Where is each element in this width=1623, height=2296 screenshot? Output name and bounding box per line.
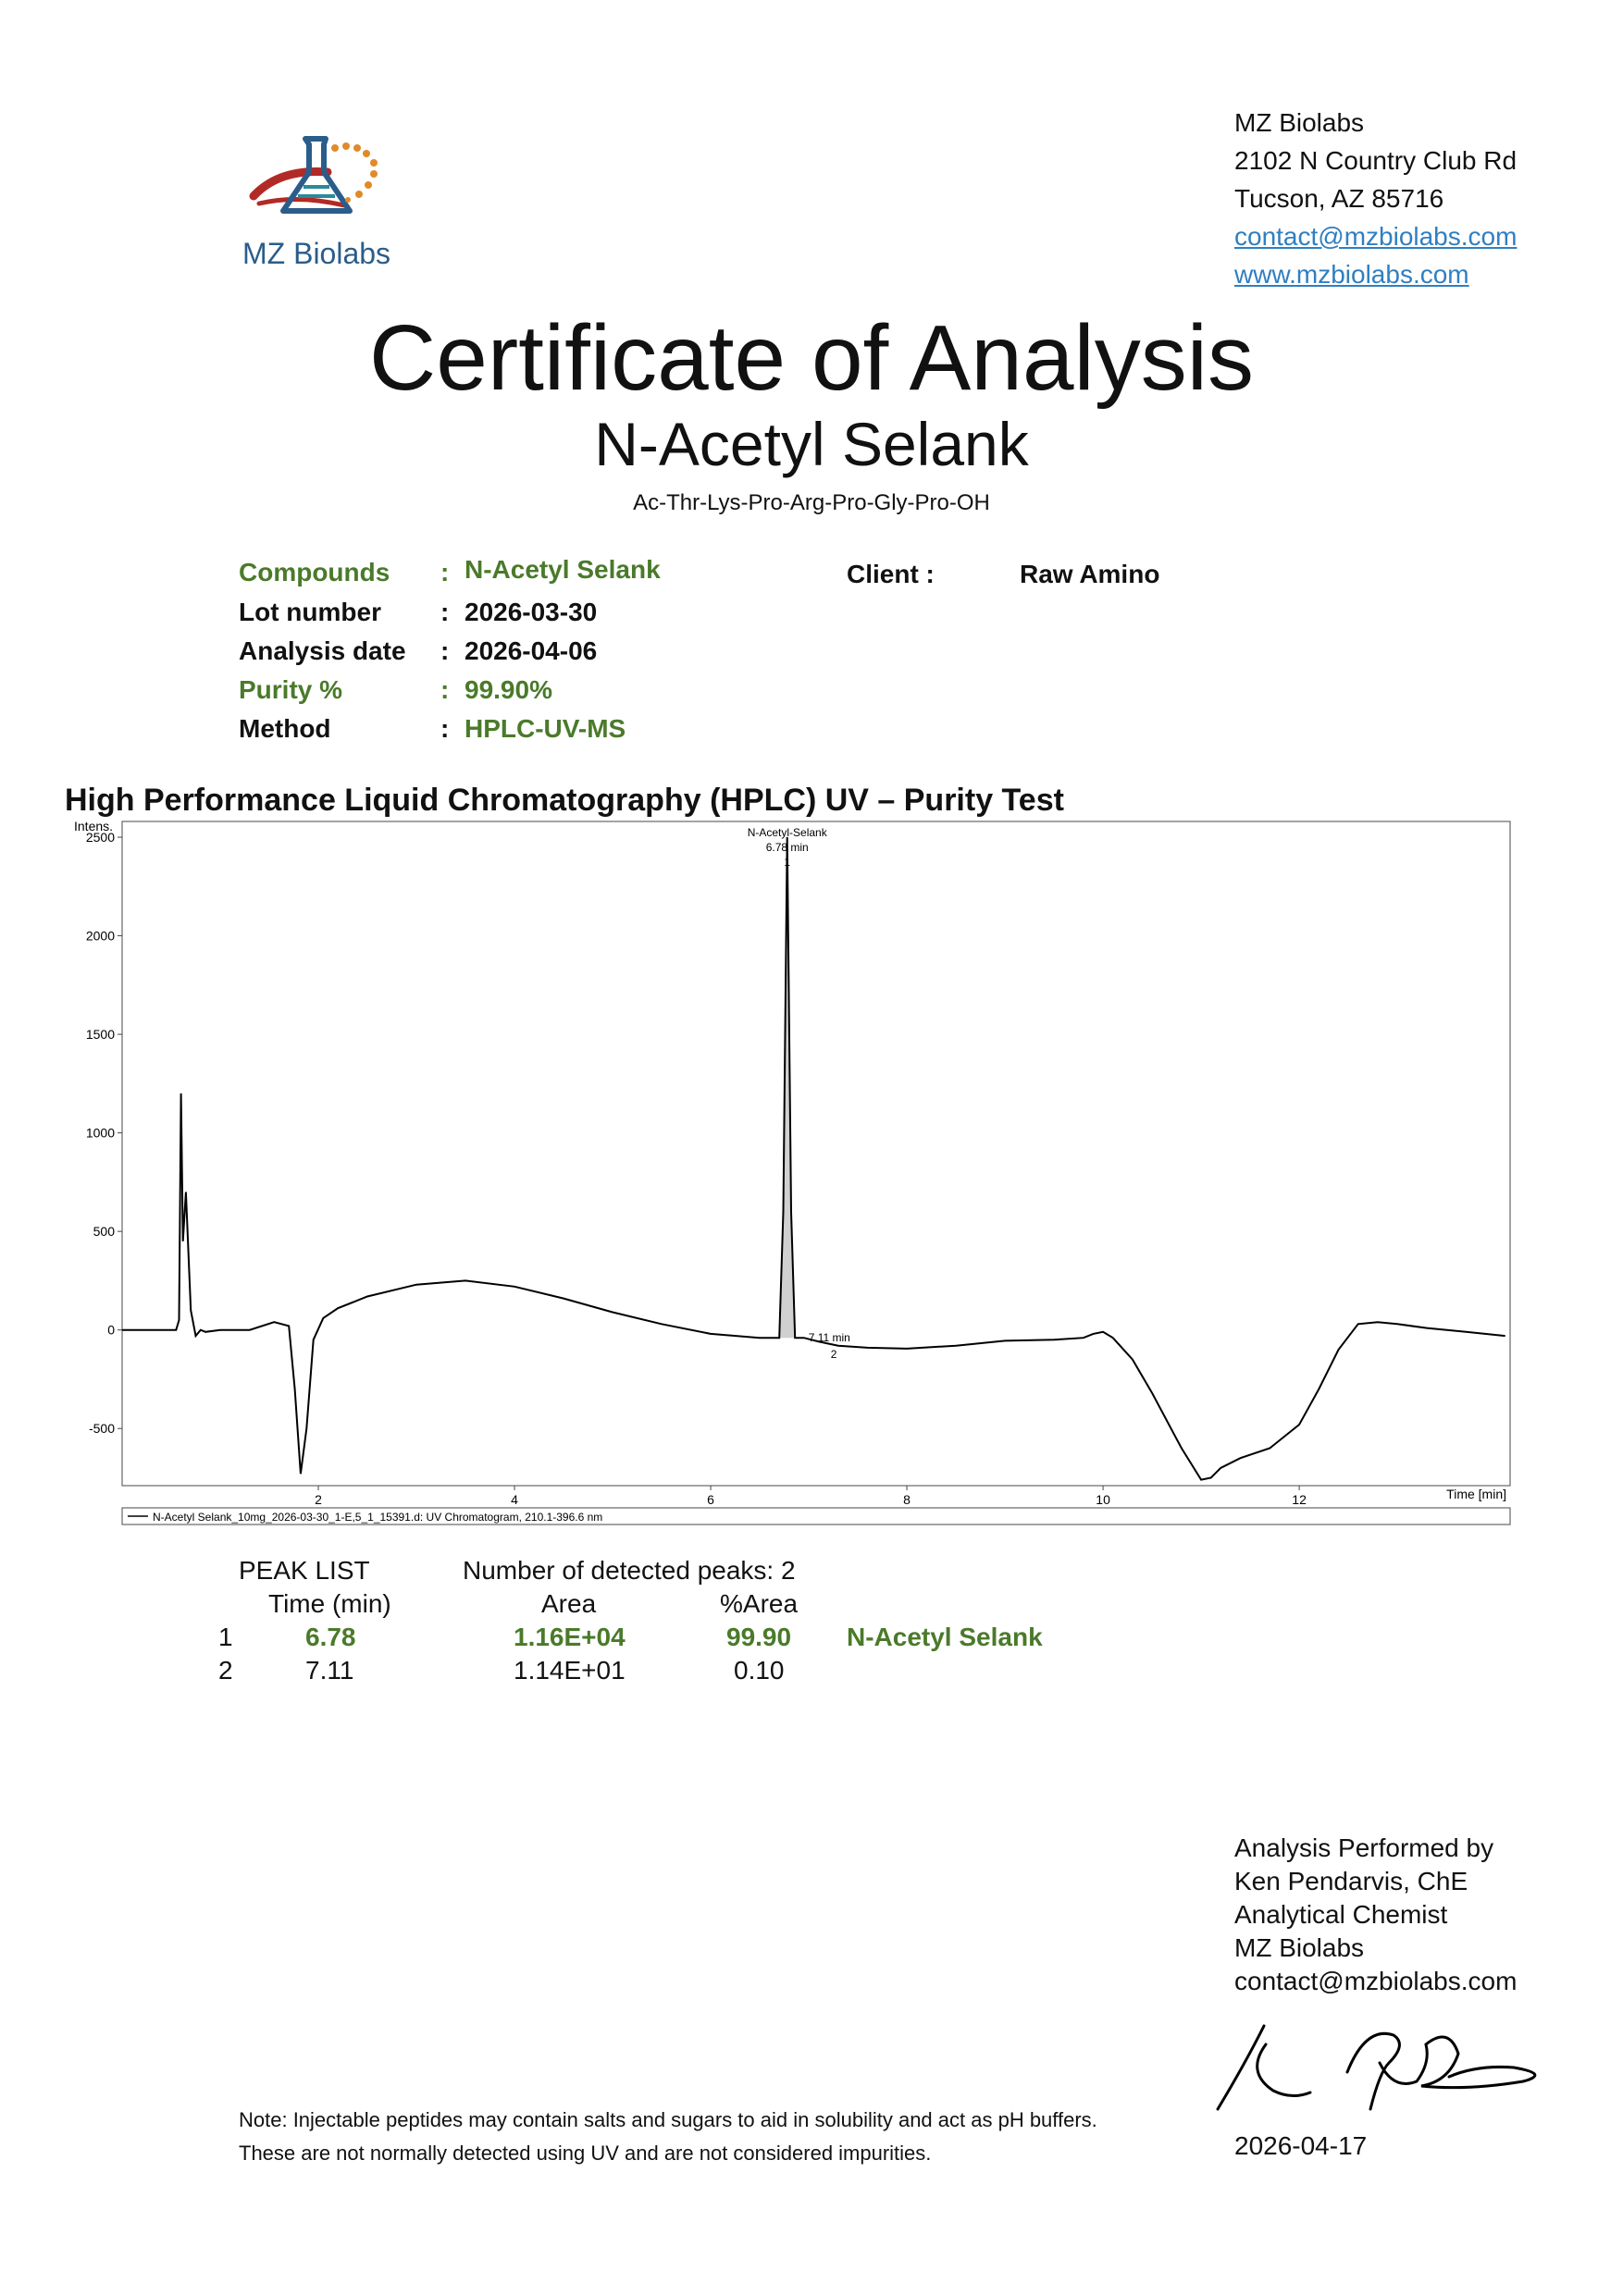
peak-1-time: 6.78	[305, 1623, 356, 1651]
peak-1-annotation-name: N-Acetyl-Selank	[748, 826, 828, 839]
website-link[interactable]: www.mzbiolabs.com	[1234, 255, 1517, 293]
y-tick-label: 1000	[86, 1126, 115, 1141]
footnote: Note: Injectable peptides may contain sa…	[239, 2104, 1097, 2170]
y-tick-label: -500	[89, 1421, 115, 1436]
x-tick-label: 12	[1292, 1492, 1307, 1507]
analysis-performed-by: Analysis Performed by Ken Pendarvis, ChE…	[1234, 1832, 1517, 1998]
document-title: Certificate of Analysis	[369, 306, 1254, 410]
performer-heading: Analysis Performed by	[1234, 1833, 1494, 1862]
document-subtitle: N-Acetyl Selank	[594, 410, 1029, 478]
peak-1-area: 1.16E+04	[514, 1623, 626, 1651]
note-line-1: Note: Injectable peptides may contain sa…	[239, 2108, 1097, 2131]
lot-label: Lot number	[239, 598, 381, 626]
peak-1-name: N-Acetyl Selank	[847, 1623, 1043, 1651]
uv-chromatogram-trace	[122, 836, 1505, 1481]
x-tick-label: 4	[511, 1492, 518, 1507]
method-value: HPLC-UV-MS	[465, 714, 626, 743]
peak-2-number: 2	[218, 1656, 233, 1685]
client-value: Raw Amino	[1020, 560, 1160, 588]
analysis-date-value: 2026-04-06	[465, 636, 598, 665]
x-tick-label: 10	[1096, 1492, 1110, 1507]
note-line-2: These are not normally detected using UV…	[239, 2142, 932, 2165]
address-line-street: 2102 N Country Club Rd	[1234, 146, 1518, 175]
peak-1-number: 1	[218, 1623, 233, 1651]
x-tick-label: 8	[903, 1492, 911, 1507]
colon: :	[440, 675, 450, 704]
analysis-date-label: Analysis date	[239, 636, 406, 665]
signature-date: 2026-04-17	[1234, 2131, 1368, 2160]
handwritten-signature	[1216, 2024, 1537, 2111]
compounds-label: Compounds	[239, 558, 390, 586]
peak-1-annotation-time: 6.78 min	[766, 841, 809, 854]
peak-2-time: 7.11	[305, 1656, 354, 1685]
address-line-company: MZ Biolabs	[1234, 108, 1365, 137]
peak-2-annotation-time: 7.11 min	[809, 1331, 850, 1344]
peptide-sequence: Ac-Thr-Lys-Pro-Arg-Pro-Gly-Pro-OH	[633, 490, 990, 515]
purity-value: 99.90%	[465, 675, 552, 704]
peak-2-annotation-number: 2	[831, 1348, 837, 1361]
y-tick-label: 2000	[86, 929, 115, 944]
peak-2-pct: 0.10	[734, 1656, 785, 1685]
performer-title: Analytical Chemist	[1234, 1900, 1448, 1929]
client-label: Client :	[847, 560, 935, 588]
performer-email: contact@mzbiolabs.com	[1234, 1967, 1518, 1995]
performer-name: Ken Pendarvis, ChE	[1234, 1867, 1468, 1895]
compounds-value: N-Acetyl Selank	[465, 555, 661, 584]
plot-frame	[121, 821, 1511, 1487]
hplc-chromatogram: Intens. Time [min] 25002000150010005000-…	[74, 819, 1511, 1525]
y-tick-label: 0	[107, 1323, 115, 1338]
y-tick-label: 1500	[86, 1027, 115, 1042]
y-tick-label: 500	[93, 1224, 116, 1239]
lot-value: 2026-03-30	[465, 598, 598, 626]
company-address: MZ Biolabs 2102 N Country Club Rd Tucson…	[1234, 104, 1517, 293]
colon: :	[440, 558, 450, 586]
peak-2-area: 1.14E+01	[514, 1656, 626, 1685]
y-tick-label: 2500	[86, 830, 115, 845]
x-tick-label: 6	[707, 1492, 714, 1507]
col-time-header: Time (min)	[268, 1589, 391, 1618]
col-area-header: Area	[541, 1589, 597, 1618]
performer-company: MZ Biolabs	[1234, 1933, 1365, 1962]
peak-count: Number of detected peaks: 2	[463, 1556, 796, 1585]
x-tick-label: 2	[315, 1492, 322, 1507]
peak-1-area	[779, 837, 804, 1339]
peak-list-title: PEAK LIST	[239, 1556, 370, 1585]
x-axis-label: Time [min]	[1446, 1487, 1506, 1501]
colon: :	[440, 598, 450, 626]
address-line-city: Tucson, AZ 85716	[1234, 184, 1444, 213]
legend-text: N-Acetyl Selank_10mg_2026-03-30_1-E,5_1_…	[153, 1511, 602, 1524]
email-link[interactable]: contact@mzbiolabs.com	[1234, 217, 1517, 255]
colon: :	[440, 636, 450, 665]
logo-text: MZ Biolabs	[242, 237, 391, 270]
method-label: Method	[239, 714, 331, 743]
col-pct-header: %Area	[720, 1589, 799, 1618]
purity-label: Purity %	[239, 675, 343, 704]
peak-1-pct: 99.90	[726, 1623, 792, 1651]
peak-1-annotation-number: 1	[784, 856, 790, 869]
colon: :	[440, 714, 450, 743]
